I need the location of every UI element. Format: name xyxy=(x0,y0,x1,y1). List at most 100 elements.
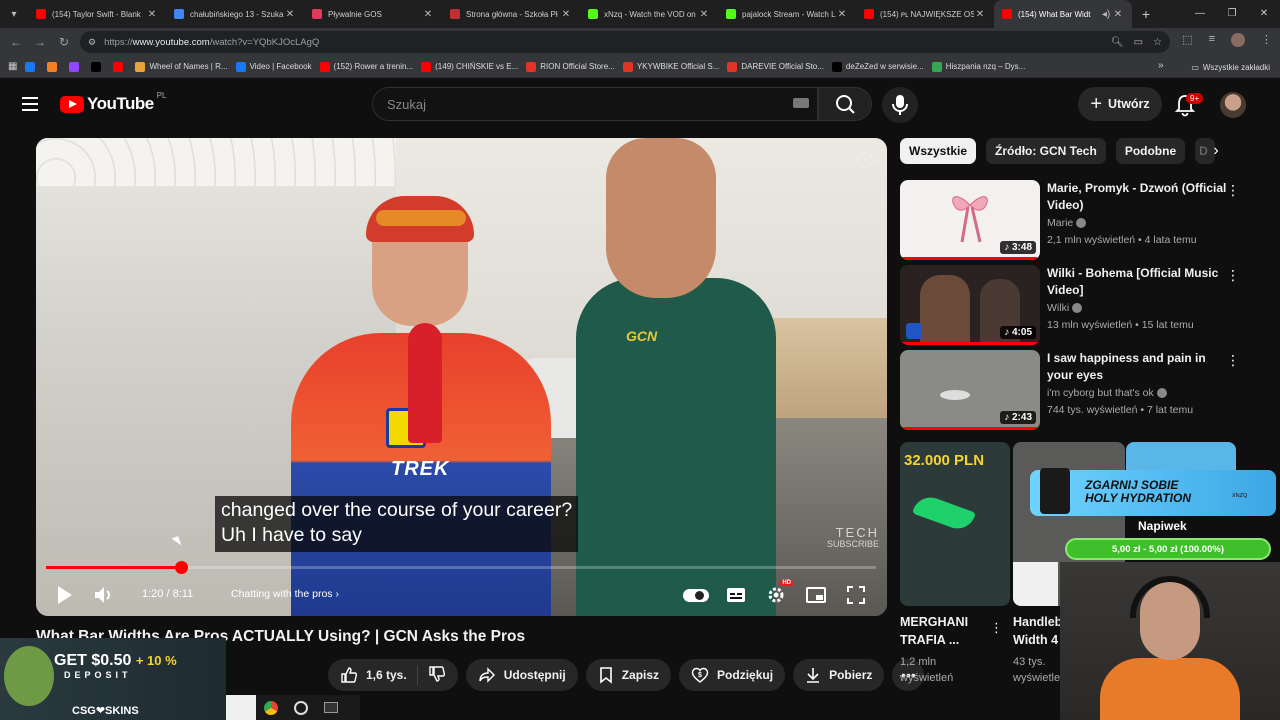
browser-tab[interactable]: Strona główna - Szkoła Pł ✕ xyxy=(442,0,580,28)
bookmark-item[interactable]: DAREVIE Official Sto... xyxy=(727,61,824,72)
grid-video-thumbnail[interactable] xyxy=(1126,442,1236,472)
profile-avatar[interactable] xyxy=(1231,33,1245,47)
channel-watermark[interactable]: TECH SUBSCRIBE xyxy=(827,525,879,550)
chrome-task-icon[interactable] xyxy=(256,695,286,720)
bookmark-item[interactable]: Hiszpania nzq – Dys... xyxy=(931,61,1025,72)
chips-next-icon[interactable]: › xyxy=(1206,141,1226,161)
speaker-icon[interactable]: ◂) xyxy=(1100,9,1112,20)
bookmark-item[interactable]: RION Official Store... xyxy=(526,61,615,72)
close-tab-icon[interactable]: ✕ xyxy=(284,9,296,20)
close-window-button[interactable]: ✕ xyxy=(1248,0,1280,28)
star-icon[interactable]: ☆ xyxy=(1153,37,1162,48)
channel-name[interactable]: Marie xyxy=(1047,217,1087,229)
more-vert-icon[interactable]: ⋮ xyxy=(1226,182,1240,199)
close-tab-icon[interactable]: ✕ xyxy=(560,9,572,20)
browser-menu-icon[interactable]: ⋮ xyxy=(1261,33,1272,47)
thumbs-down-icon[interactable] xyxy=(428,665,446,686)
browser-tab[interactable]: Pływalnie GOS ✕ xyxy=(304,0,442,28)
video-thumbnail[interactable]: ♪ 3:48 xyxy=(900,180,1040,260)
video-thumbnail[interactable]: ♪ 2:43 xyxy=(900,350,1040,430)
channel-name[interactable]: i'm cyborg but that's ok xyxy=(1047,387,1167,399)
bookmark-item[interactable]: YKYWBIKE Official S... xyxy=(622,61,719,72)
more-vert-icon[interactable]: ⋮ xyxy=(990,620,1003,636)
info-icon[interactable]: i xyxy=(857,152,873,168)
keyboard-icon[interactable] xyxy=(793,98,809,108)
channel-name[interactable]: Wilki xyxy=(1047,302,1083,314)
menu-icon[interactable] xyxy=(22,97,38,111)
bookmark-item[interactable]: Wheel of Names | R... xyxy=(135,61,228,72)
close-tab-icon[interactable]: ✕ xyxy=(146,9,158,20)
recommended-video[interactable]: ♪ 4:05 Wilki - Bohema [Official Music Vid… xyxy=(900,265,1240,345)
volume-button[interactable] xyxy=(91,582,117,608)
bookmark-item[interactable] xyxy=(113,61,127,72)
close-tab-icon[interactable]: ✕ xyxy=(422,9,434,20)
browser-tab[interactable]: pajalock Stream - Watch L ✕ xyxy=(718,0,856,28)
subtitles-button[interactable] xyxy=(723,582,749,608)
reload-button[interactable]: ↻ xyxy=(52,35,76,49)
taskbar-blank[interactable] xyxy=(226,695,256,720)
new-tab-button[interactable]: + xyxy=(1132,6,1160,22)
fullscreen-button[interactable] xyxy=(843,582,869,608)
video-thumbnail[interactable]: ♪ 4:05 xyxy=(900,265,1040,345)
recommended-video[interactable]: ♪ 2:43 I saw happiness and pain in your e… xyxy=(900,350,1240,430)
more-vert-icon[interactable]: ⋮ xyxy=(1226,267,1240,284)
zoom-icon[interactable]: 🔍︎ xyxy=(1111,37,1124,48)
back-button[interactable]: ← xyxy=(4,35,28,49)
maximize-button[interactable]: ❐ xyxy=(1216,0,1248,28)
extensions-icon[interactable]: ⬚ xyxy=(1182,33,1192,47)
autoplay-toggle[interactable] xyxy=(683,582,709,608)
apps-icon[interactable]: ▦ xyxy=(8,61,17,72)
miniplayer-button[interactable] xyxy=(803,582,829,608)
thumbs-up-icon[interactable] xyxy=(340,666,358,684)
bookmark-item[interactable] xyxy=(25,61,39,72)
bookmark-item[interactable]: (149) CHIŃSKIE vs E... xyxy=(421,61,518,72)
progress-bar[interactable] xyxy=(46,561,876,574)
bookmark-item[interactable]: Video | Facebook xyxy=(235,61,312,72)
create-button[interactable]: + Utwórz xyxy=(1078,87,1162,121)
browser-tab[interactable]: xNzq - Watch the VOD on ✕ xyxy=(580,0,718,28)
grid-card-title[interactable]: Handleb Width 4 xyxy=(1013,613,1062,649)
forward-button[interactable]: → xyxy=(28,35,52,49)
video-title[interactable]: Wilki - Bohema [Official Music Video] xyxy=(1047,265,1227,299)
browser-tab[interactable]: chałubińskiego 13 - Szuka ✕ xyxy=(166,0,304,28)
grid-video-card[interactable]: 32.000 PLN xyxy=(900,442,1010,606)
url-field[interactable]: ⚙ https://www.youtube.com/watch?v=YQbKJO… xyxy=(80,31,1170,53)
filter-chip[interactable]: Wszystkie xyxy=(900,138,977,164)
grid-card-title[interactable]: MERGHANI TRAFIA ... xyxy=(900,613,968,649)
video-title[interactable]: I saw happiness and pain in your eyes xyxy=(1047,350,1227,384)
bookmark-item[interactable] xyxy=(69,61,83,72)
close-tab-icon[interactable]: ✕ xyxy=(974,9,986,20)
all-bookmarks-folder[interactable]: ▭ Wszystkie zakładki xyxy=(1191,56,1270,78)
bookmarks-overflow-icon[interactable]: » xyxy=(1158,60,1164,71)
video-player[interactable]: GCN TREK i TECH SUBSCRIBE changed over t… xyxy=(36,138,887,616)
recommended-video[interactable]: ♪ 3:48 Marie, Promyk - Dzwoń (Official Vi… xyxy=(900,180,1240,260)
browser-tab[interactable]: (154) What Bar Widt ◂) ✕ xyxy=(994,0,1132,28)
close-tab-icon[interactable]: ✕ xyxy=(836,9,848,20)
bookmark-item[interactable] xyxy=(91,61,105,72)
voice-search-button[interactable] xyxy=(882,87,918,123)
video-thumbnail[interactable]: 32.000 PLN xyxy=(900,442,1010,606)
cast-icon[interactable]: ▭ xyxy=(1134,37,1143,48)
save-button[interactable]: Zapisz xyxy=(585,659,672,691)
play-button[interactable] xyxy=(49,580,79,610)
bookmark-item[interactable]: (152) Rower a trenin... xyxy=(319,61,413,72)
bookmark-item[interactable]: deZeZed w serwisie... xyxy=(831,61,924,72)
chapter-button[interactable]: Chatting with the pros › xyxy=(231,588,339,600)
like-count[interactable]: 1,6 tys. xyxy=(366,668,407,682)
close-tab-icon[interactable]: ✕ xyxy=(698,9,710,20)
obs-task-icon[interactable] xyxy=(286,695,316,720)
browser-tab[interactable]: (154) ᴘʟ NAJWIĘKSZE OSI ✕ xyxy=(856,0,994,28)
site-info-icon[interactable]: ⚙ xyxy=(88,37,96,48)
search-button[interactable] xyxy=(818,87,872,121)
account-avatar[interactable] xyxy=(1220,92,1246,118)
youtube-logo[interactable]: YouTube PL xyxy=(60,91,167,114)
share-button[interactable]: Udostępnij xyxy=(465,659,578,691)
tab-search-button[interactable]: ▾ xyxy=(0,0,28,28)
more-vert-icon[interactable]: ⋮ xyxy=(1226,352,1240,369)
search-input[interactable]: Szukaj xyxy=(372,87,818,121)
media-controls-icon[interactable]: ≡ xyxy=(1209,33,1215,47)
bookmark-item[interactable] xyxy=(47,61,61,72)
video-title[interactable]: Marie, Promyk - Dzwoń (Official Video) xyxy=(1047,180,1227,214)
terminal-task-icon[interactable] xyxy=(316,695,346,720)
download-button[interactable]: Pobierz xyxy=(793,659,885,691)
